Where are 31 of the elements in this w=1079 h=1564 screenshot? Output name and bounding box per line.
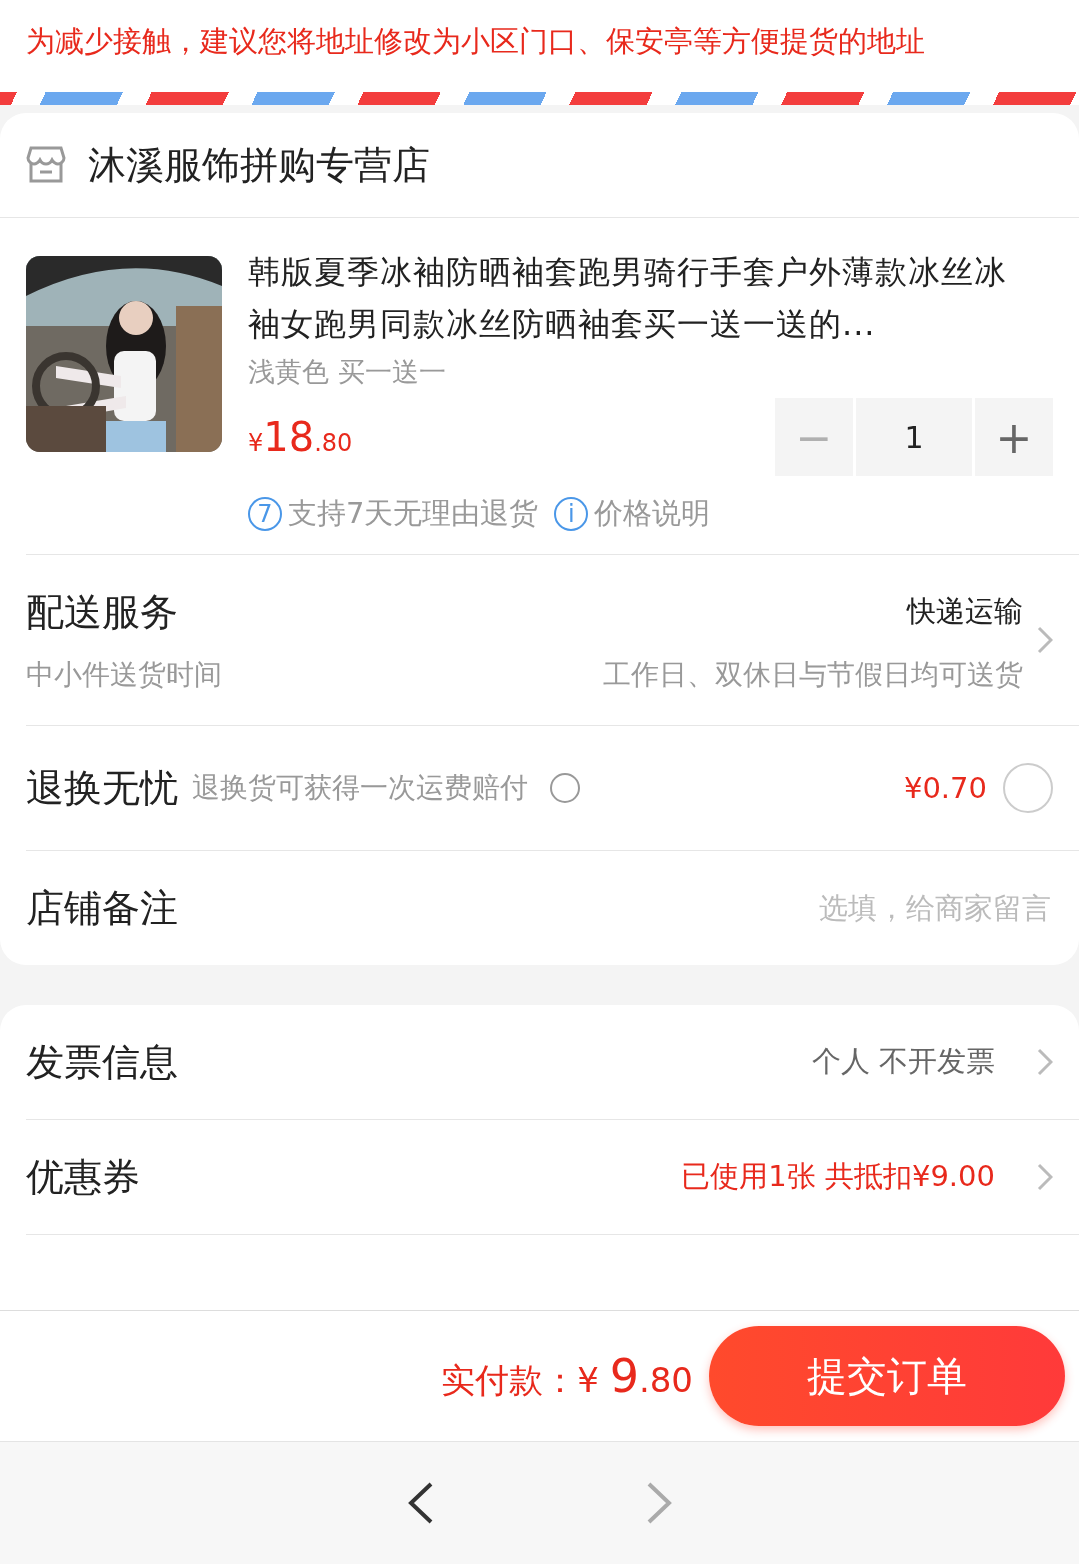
plus-button[interactable]: + [975,398,1053,476]
store-icon [26,146,66,184]
row-detail: 工作日、双休日与节假日均可送货 [603,656,1023,693]
order-row[interactable]: 优惠券 已使用1张 共抵扣¥9.00 [26,1119,1079,1234]
chevron-icon [1037,626,1053,654]
order-row[interactable]: 发票信息 个人 不开发票 [26,1005,1079,1119]
row-title: 优惠券 [26,1153,140,1201]
row-value: 快递运输 [907,593,1023,630]
variant-text: 浅黄色 买一送一 [248,355,447,389]
row-value: ¥0.70 [903,771,987,805]
row-note: 退换货可获得一次运费赔付 [192,770,528,806]
row-value: 已使用1张 共抵扣¥9.00 [681,1158,995,1195]
row-title: 配送服务 [26,588,178,636]
total-price: 实付款：¥ 9.80 [441,1348,693,1404]
row-title: 退换无忧 [26,764,178,812]
price-text: ¥18.80 [248,414,353,460]
badge-icon: i [554,497,589,531]
row-title: 发票信息 [26,1038,178,1086]
delivery-row[interactable]: 配送服务 快递运输 中小件送货时间 工作日、双休日与节假日均可送货 [26,554,1079,725]
radio-button[interactable] [1003,763,1053,813]
row-title: 店铺备注 [26,884,178,932]
quantity-field[interactable]: 1 [856,398,972,476]
row-subtitle: 中小件送货时间 [26,656,222,693]
badge-icon: 7 [248,497,282,531]
notice-text: 为减少接触，建议您将地址修改为小区门口、保安亭等方便提货的地址 [26,23,926,60]
message-field[interactable]: 选填，给商家留言 [178,890,1053,926]
chevron-icon [1037,1163,1053,1191]
row-value: 个人 不开发票 [811,1043,995,1080]
chevron-icon [1037,1048,1053,1076]
product-title[interactable]: 韩版夏季冰袖防晒袖套跑男骑行手套户外薄款冰丝冰袖女跑男同款冰丝防晒袖套买一送一送的... [248,246,1053,350]
store-name[interactable]: 沐溪服饰拼购专营店 [88,139,430,191]
